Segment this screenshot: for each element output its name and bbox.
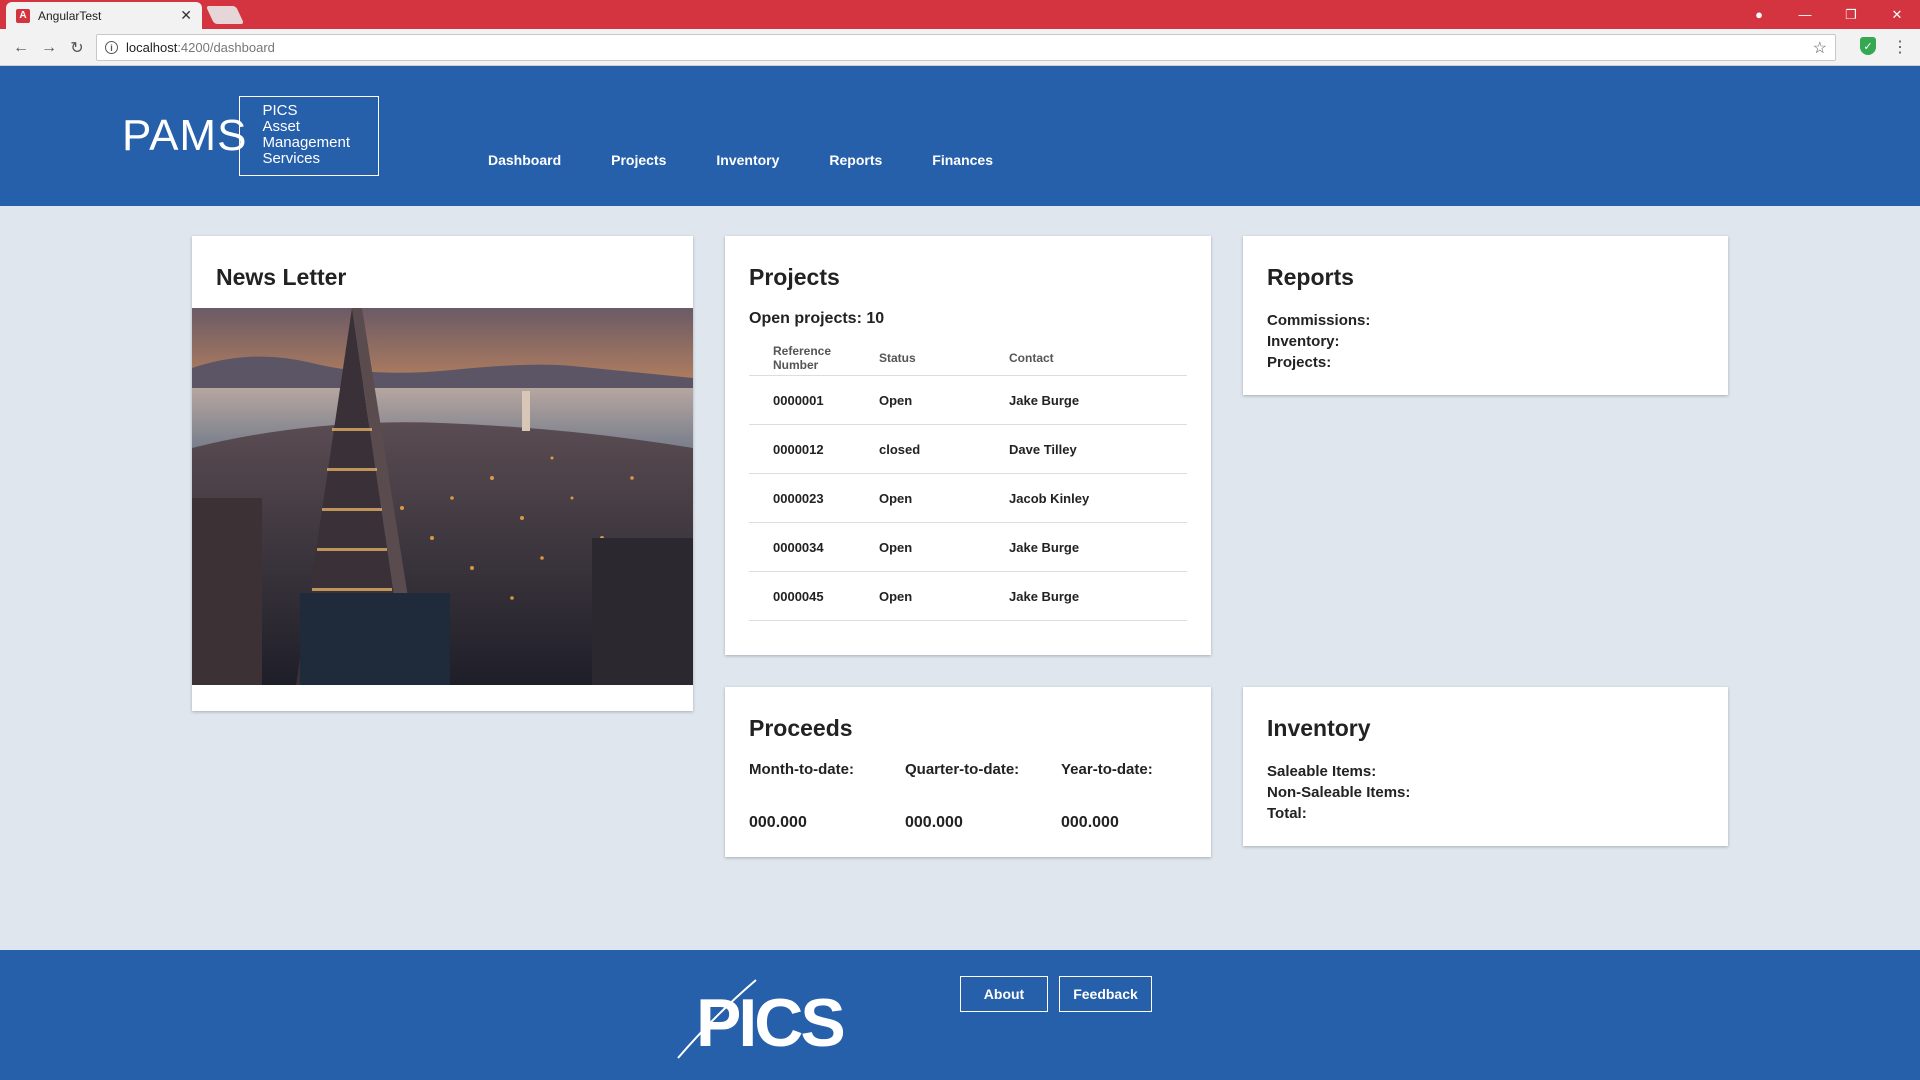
cell-reference: 0000012 — [773, 441, 824, 457]
nav-finances[interactable]: Finances — [932, 152, 993, 168]
logo-sub-line: Services — [262, 150, 320, 167]
browser-tab[interactable]: A AngularTest ✕ — [6, 2, 202, 29]
nav-projects[interactable]: Projects — [611, 152, 666, 168]
reports-list: Commissions: Inventory: Projects: — [1267, 310, 1370, 373]
cell-reference: 0000023 — [773, 490, 824, 506]
reports-title: Reports — [1267, 264, 1354, 290]
cell-reference: 0000045 — [773, 588, 824, 604]
proceeds-quarter: Quarter-to-date: 000.000 — [905, 761, 1019, 832]
logo-subtitle-box: PICS Asset Management Services — [239, 96, 380, 176]
cell-status: Open — [879, 392, 913, 408]
cell-status: Open — [879, 588, 913, 604]
cell-contact: Dave Tilley — [1009, 441, 1077, 457]
column-header[interactable]: Reference Number — [749, 344, 879, 372]
browser-toolbar: ← → ↻ i localhost:4200/dashboard ☆ ✓ ⋮ — [0, 29, 1920, 66]
tab-title: AngularTest — [38, 8, 102, 23]
cell-status: Open — [879, 490, 913, 506]
table-row[interactable]: 0000001 Open Jake Burge — [749, 376, 1187, 425]
proceeds-title: Proceeds — [749, 715, 853, 741]
feedback-button[interactable]: Feedback — [1059, 976, 1152, 1012]
newsletter-title: News Letter — [216, 264, 347, 290]
reports-card: Reports Commissions: Inventory: Projects… — [1243, 236, 1728, 395]
month-to-date-value: 000.000 — [749, 814, 807, 831]
column-header[interactable]: Status — [879, 351, 1009, 365]
open-projects-count: Open projects: 10 — [749, 310, 885, 327]
table-header: Reference Number Status Contact — [749, 340, 1187, 376]
cell-status: closed — [879, 441, 921, 457]
quarter-to-date-value: 000.000 — [905, 814, 963, 831]
cell-contact: Jake Burge — [1009, 392, 1080, 408]
inventory-list: Saleable Items: Non-Saleable Items: Tota… — [1267, 761, 1410, 824]
saleable-items-label: Saleable Items: — [1267, 763, 1377, 780]
cell-contact: Jake Burge — [1009, 588, 1080, 604]
url-host: localhost — [126, 40, 178, 55]
about-button[interactable]: About — [960, 976, 1048, 1012]
close-window-icon[interactable]: ✕ — [1874, 0, 1920, 29]
proceeds-month: Month-to-date: 000.000 — [749, 761, 854, 832]
newsletter-card: News Letter — [192, 236, 693, 711]
pics-logo-text: PICS — [696, 985, 843, 1061]
app-header: PAMS PICS Asset Management Services Dash… — [0, 66, 1920, 206]
logo-main: PAMS — [122, 111, 248, 160]
profile-icon[interactable]: ● — [1736, 0, 1782, 29]
city-skyline-image — [192, 308, 693, 685]
month-to-date-label: Month-to-date: — [749, 761, 854, 778]
cell-reference: 0000034 — [773, 539, 824, 555]
forward-icon[interactable]: → — [38, 37, 60, 59]
proceeds-year: Year-to-date: 000.000 — [1061, 761, 1153, 832]
inventory-card: Inventory Saleable Items: Non-Saleable I… — [1243, 687, 1728, 846]
cell-reference: 0000001 — [773, 392, 824, 408]
nav-reports[interactable]: Reports — [829, 152, 882, 168]
restore-icon[interactable]: ❐ — [1828, 0, 1874, 29]
bookmark-star-icon[interactable]: ☆ — [1813, 38, 1827, 58]
browser-titlebar: A AngularTest ✕ ● — ❐ ✕ — [0, 0, 1920, 29]
minimize-icon[interactable]: — — [1782, 0, 1828, 29]
table-row[interactable]: 0000034 Open Jake Burge — [749, 523, 1187, 572]
main-nav: Dashboard Projects Inventory Reports Fin… — [488, 152, 1043, 168]
nav-dashboard[interactable]: Dashboard — [488, 152, 561, 168]
report-inventory-label: Inventory: — [1267, 333, 1340, 350]
table-row[interactable]: 0000045 Open Jake Burge — [749, 572, 1187, 621]
app-footer: PICS About Feedback — [0, 950, 1920, 1080]
logo-sub-line: Asset — [262, 118, 300, 135]
browser-menu-icon[interactable]: ⋮ — [1892, 37, 1908, 57]
address-bar[interactable]: i localhost:4200/dashboard ☆ — [96, 34, 1836, 61]
angular-favicon-icon: A — [16, 8, 30, 23]
total-label: Total: — [1267, 805, 1307, 822]
quarter-to-date-label: Quarter-to-date: — [905, 761, 1020, 778]
cell-contact: Jake Burge — [1009, 539, 1080, 555]
info-icon[interactable]: i — [105, 41, 118, 54]
logo-sub-line: Management — [262, 134, 350, 151]
back-icon[interactable]: ← — [10, 37, 32, 59]
nav-inventory[interactable]: Inventory — [716, 152, 779, 168]
report-commissions-label: Commissions: — [1267, 312, 1371, 329]
projects-card: Projects Open projects: 10 Reference Num… — [725, 236, 1211, 655]
new-tab-button[interactable] — [205, 6, 245, 24]
inventory-title: Inventory — [1267, 715, 1371, 741]
year-to-date-value: 000.000 — [1061, 814, 1119, 831]
reload-icon[interactable]: ↻ — [66, 37, 88, 59]
logo-sub-line: PICS — [262, 102, 298, 119]
tab-close-icon[interactable]: ✕ — [180, 7, 192, 24]
report-projects-label: Projects: — [1267, 354, 1332, 371]
table-row[interactable]: 0000023 Open Jacob Kinley — [749, 474, 1187, 523]
table-row[interactable]: 0000012 closed Dave Tilley — [749, 425, 1187, 474]
cell-status: Open — [879, 539, 913, 555]
proceeds-card: Proceeds Month-to-date: 000.000 Quarter-… — [725, 687, 1211, 857]
url-path: :4200/dashboard — [177, 40, 275, 55]
shield-extension-icon[interactable]: ✓ — [1860, 37, 1876, 55]
non-saleable-items-label: Non-Saleable Items: — [1267, 784, 1411, 801]
projects-table: Reference Number Status Contact 0000001 … — [749, 340, 1187, 621]
projects-title: Projects — [749, 264, 840, 290]
year-to-date-label: Year-to-date: — [1061, 761, 1153, 778]
pams-logo[interactable]: PAMS PICS Asset Management Services — [122, 96, 380, 176]
column-header[interactable]: Contact — [1009, 351, 1187, 365]
cell-contact: Jacob Kinley — [1009, 490, 1090, 506]
pics-logo: PICS — [676, 974, 856, 1070]
